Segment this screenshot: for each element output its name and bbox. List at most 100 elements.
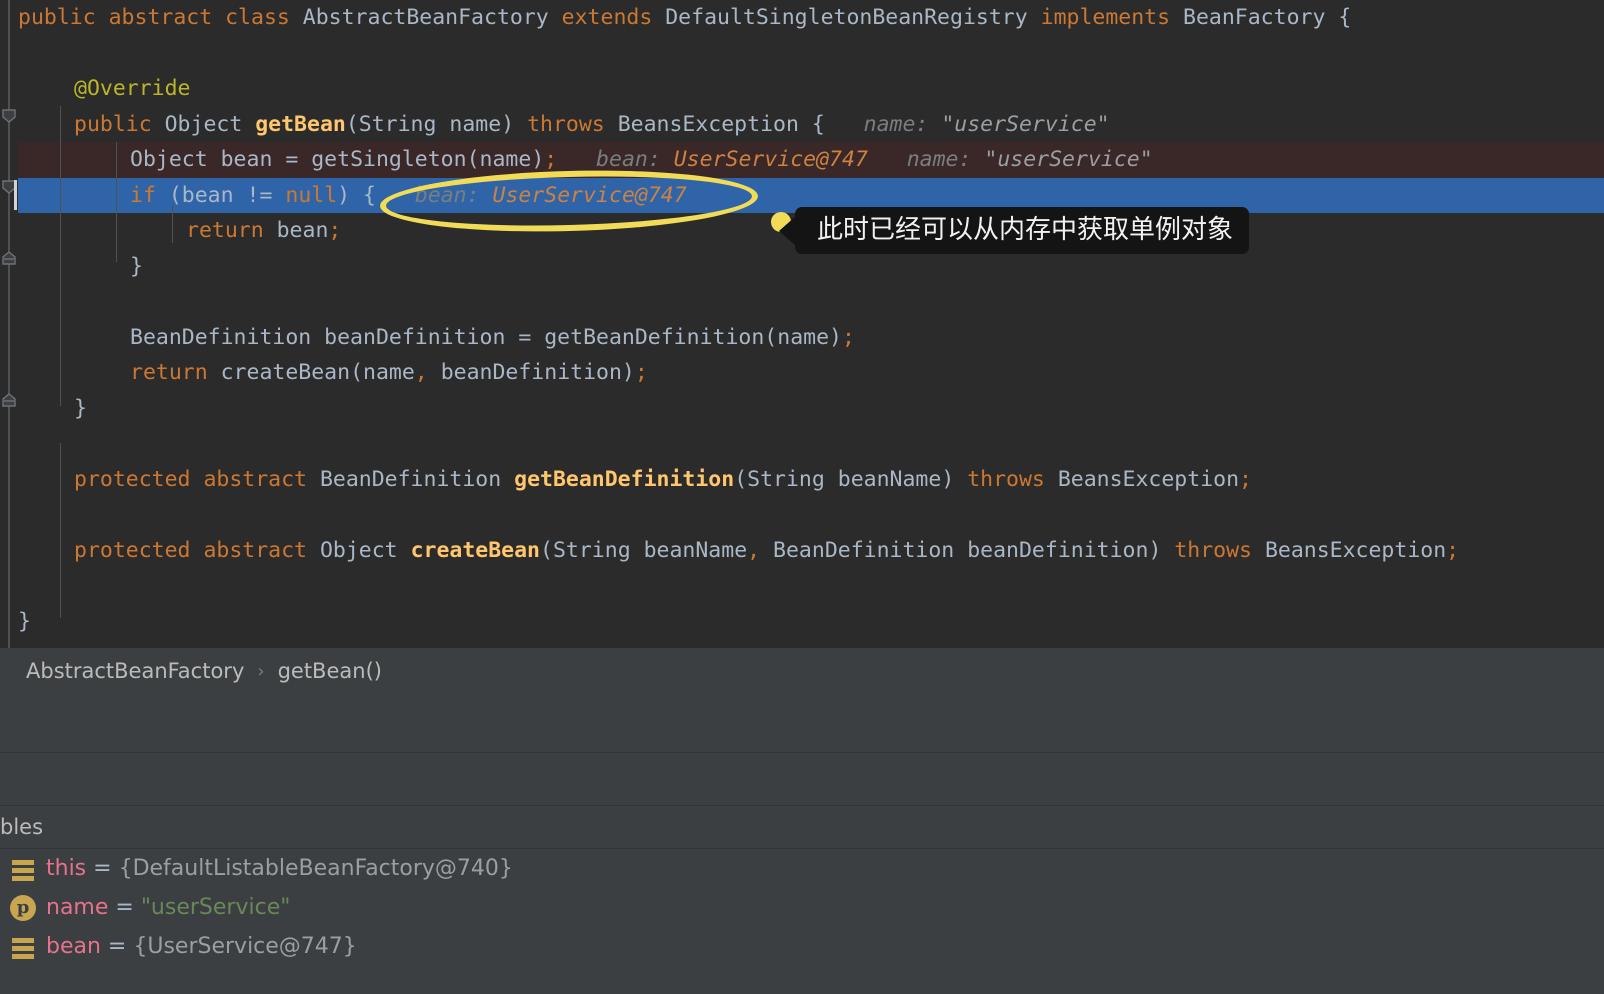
callout-text: 此时已经可以从内存中获取单例对象 (817, 215, 1234, 245)
code-line-text: protected abstract BeanDefinition getBea… (74, 462, 1252, 498)
code-line-text: return bean; (186, 213, 341, 249)
code-token: throws (527, 111, 618, 137)
code-token: null (285, 182, 338, 208)
annotation-callout: 此时已经可以从内存中获取单例对象 (779, 207, 1250, 254)
code-token: beanName (630, 537, 748, 563)
code-token: createBean (410, 537, 541, 563)
object-bars-icon (10, 856, 36, 882)
variable-row[interactable]: p name = "userService" (0, 888, 1604, 927)
variable-value: "userService" (140, 895, 291, 920)
code-token: bean: (376, 182, 480, 208)
code-token: getBeanDefinition (544, 324, 765, 350)
code-token: BeansException (1264, 537, 1447, 563)
code-line-text: } (130, 249, 143, 285)
code-line[interactable]: BeanDefinition beanDefinition = getBeanD… (0, 320, 1604, 356)
fold-end-icon[interactable] (1, 250, 17, 266)
code-line-text: } (18, 604, 31, 640)
code-line-text: @Override (74, 71, 191, 107)
code-lines-container[interactable]: public abstract class AbstractBeanFactor… (0, 0, 1604, 648)
code-token: ) (941, 466, 968, 492)
code-token: getSingleton (311, 147, 467, 172)
code-line[interactable]: Object bean = getSingleton(name); bean: … (0, 142, 1604, 178)
code-token: bean: (557, 147, 661, 172)
code-line[interactable]: public abstract class AbstractBeanFactor… (0, 0, 1604, 36)
debug-panel-middle (0, 753, 1604, 805)
code-token: beanDefinition (954, 537, 1149, 563)
code-token: ; (634, 360, 648, 385)
code-token: beanName (824, 466, 942, 492)
code-line[interactable] (0, 284, 1604, 320)
breadcrumb-method[interactable]: getBean() (278, 659, 382, 683)
code-token: throws (967, 466, 1058, 492)
code-token: ; (1239, 466, 1252, 492)
code-token: name: (867, 147, 972, 172)
code-line[interactable] (0, 36, 1604, 72)
code-line-text: } (74, 391, 87, 427)
editor-gutter[interactable] (0, 0, 18, 648)
variable-row[interactable]: this = {DefaultListableBeanFactory@740} (0, 849, 1604, 888)
code-token: name: (824, 111, 929, 137)
variable-text: bean = {UserService@747} (46, 934, 357, 959)
code-token: ) (531, 147, 545, 172)
breadcrumb-class[interactable]: AbstractBeanFactory (26, 659, 244, 683)
code-line[interactable] (0, 568, 1604, 604)
code-token: abstract (108, 5, 226, 30)
code-token: name (777, 324, 830, 350)
code-line[interactable]: } (0, 604, 1604, 640)
code-token: BeanDefinition (130, 324, 325, 350)
code-line[interactable]: } (0, 391, 1604, 427)
variables-panel-header[interactable]: bles (0, 806, 1604, 848)
variable-text: this = {DefaultListableBeanFactory@740} (46, 856, 513, 881)
code-token: protected (74, 466, 204, 492)
code-token: } (18, 608, 31, 634)
code-line[interactable]: return createBean(name, beanDefinition); (0, 355, 1604, 391)
code-token: , (414, 360, 428, 385)
code-line-text: BeanDefinition beanDefinition = getBeanD… (130, 320, 855, 356)
parameter-p-icon: p (10, 894, 36, 921)
code-token: Object (319, 537, 411, 563)
variable-equals: = (108, 895, 141, 920)
code-token: ) (1148, 537, 1175, 563)
code-token: ; (841, 324, 855, 350)
code-line-text: public abstract class AbstractBeanFactor… (18, 0, 1351, 36)
code-token: = (285, 147, 312, 172)
code-token: ( (764, 324, 778, 350)
code-token: return (130, 360, 221, 385)
code-line[interactable]: public Object getBean(String name) throw… (0, 107, 1604, 143)
ide-debug-screenshot: public abstract class AbstractBeanFactor… (0, 0, 1604, 994)
indent-guide (116, 142, 117, 262)
variable-name: name (46, 895, 109, 920)
code-token: extends (561, 5, 666, 30)
code-token: ) (829, 324, 842, 350)
code-token: = (518, 324, 545, 350)
callout-arrow-icon (779, 216, 796, 246)
code-token: UserService@747 (660, 147, 868, 172)
breadcrumb[interactable]: AbstractBeanFactory › getBean() (0, 648, 1604, 694)
variable-row[interactable]: bean = {UserService@747} (0, 927, 1604, 966)
code-token: createBean (220, 360, 351, 385)
code-line[interactable] (0, 426, 1604, 462)
code-line[interactable]: @Override (0, 71, 1604, 107)
code-editor[interactable]: public abstract class AbstractBeanFactor… (0, 0, 1604, 648)
code-token: , (747, 537, 761, 563)
code-line[interactable] (0, 497, 1604, 533)
code-line[interactable]: protected abstract BeanDefinition getBea… (0, 462, 1604, 498)
fold-end-icon[interactable] (1, 392, 17, 408)
variable-text: name = "userService" (46, 895, 290, 920)
code-line[interactable]: protected abstract Object createBean(Str… (0, 533, 1604, 569)
indent-guide (60, 443, 61, 618)
fold-collapse-icon[interactable] (1, 108, 17, 124)
gutter-vertical-line (8, 0, 10, 648)
code-token: ) (621, 360, 635, 385)
variables-list[interactable]: this = {DefaultListableBeanFactory@740} p… (0, 849, 1604, 994)
indent-guide (60, 106, 61, 406)
code-line-text: if (bean != null) { bean: UserService@74… (130, 178, 687, 214)
variable-equals: = (86, 856, 119, 881)
code-token: } (74, 395, 87, 421)
code-line-text: protected abstract Object createBean(Str… (74, 533, 1459, 569)
code-token: String (552, 537, 631, 563)
code-token: bean (220, 147, 286, 172)
variable-name: bean (46, 934, 101, 959)
code-token: public (74, 111, 165, 137)
code-token: throws (1174, 537, 1265, 563)
